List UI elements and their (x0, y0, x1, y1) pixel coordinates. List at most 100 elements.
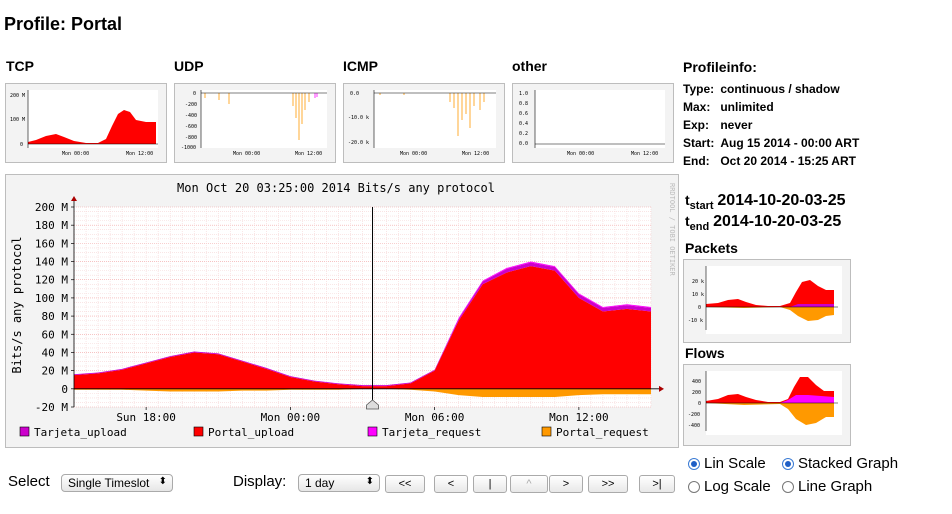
lin-scale-radio[interactable]: Lin Scale (688, 455, 766, 472)
flows-ylabel: 200 (692, 390, 701, 396)
udp-ylabel: -1000 (181, 145, 196, 151)
icmp-thumbnail[interactable]: 0.0 -10.0 k -20.0 k Mon 00:00 Mon 12:00 (343, 83, 505, 163)
tstart-line: tstart 2014-10-20-03-25 (685, 192, 846, 212)
icmp-thumb-graph: 0.0 -10.0 k -20.0 k Mon 00:00 Mon 12:00 (348, 90, 496, 157)
stacked-graph-radio[interactable]: Stacked Graph (782, 455, 898, 472)
tstart-value: 2014-10-20-03-25 (717, 192, 846, 209)
profileinfo-key: Start: (683, 136, 715, 150)
other-thumb-graph: 1.0 0.8 0.6 0.4 0.2 0.0 Mon 00:00 Mon 12… (519, 90, 665, 157)
profileinfo-value: Oct 20 2014 - 15:25 ART (720, 154, 856, 168)
x-tick-label: Sun 18:00 (116, 411, 176, 424)
flows-ylabel: -400 (688, 423, 700, 429)
stacked-graph-label: Stacked Graph (798, 455, 899, 472)
display-select[interactable]: 1 day ⬍ (298, 474, 380, 492)
packets-ylabel: 20 k (692, 279, 704, 285)
packets-ylabel: 10 k (692, 292, 704, 298)
profileinfo-row: Exp: never (683, 116, 865, 134)
page-title: Profile: Portal (4, 14, 123, 34)
y-tick-label: 120 M (35, 274, 68, 287)
nav-prev-button[interactable]: < (434, 475, 468, 493)
udp-thumb-graph: 0 -200 -400 -600 -800 -1000 Mon 00:00 Mo… (181, 90, 327, 157)
udp-thumbnail[interactable]: 0 -200 -400 -600 -800 -1000 Mon 00:00 Mo… (174, 83, 336, 163)
flows-thumbnail[interactable]: 400 200 0 -200 -400 (683, 364, 851, 446)
udp-ylabel: -400 (185, 113, 197, 119)
other-ylabel: 0.0 (519, 141, 528, 147)
udp-ylabel: -800 (185, 135, 197, 141)
main-chart-svg[interactable]: Mon Oct 20 03:25:00 2014 Bits/s any prot… (6, 175, 678, 447)
legend-label: Tarjeta_upload (34, 426, 127, 439)
icmp-xlabel: Mon 00:00 (400, 151, 427, 157)
x-tick-label: Mon 00:00 (261, 411, 321, 424)
nav-next-button[interactable]: > (549, 475, 583, 493)
flows-ylabel: -200 (688, 412, 700, 418)
y-tick-label: 180 M (35, 219, 68, 232)
packets-thumbnail[interactable]: 20 k 10 k 0 -10 k (683, 259, 851, 343)
tcp-thumbnail[interactable]: 200 M 100 M 0 Mon 00:00 Mon 12:00 (5, 83, 167, 163)
tcp-label: TCP (6, 58, 34, 74)
profileinfo-value: continuous / shadow (720, 82, 840, 96)
x-tick-label: Mon 12:00 (549, 411, 609, 424)
select-arrows-icon: ⬍ (158, 476, 167, 487)
profileinfo-heading: Profileinfo: (683, 59, 757, 75)
x-tick-label: Mon 06:00 (405, 411, 465, 424)
udp-ylabel: 0 (193, 91, 196, 97)
profileinfo-key: End: (683, 154, 710, 168)
other-ylabel: 0.4 (519, 121, 528, 127)
nav-first-button[interactable]: << (385, 475, 425, 493)
y-tick-label: -20 M (35, 401, 68, 414)
nav-forward-button[interactable]: >> (588, 475, 628, 493)
packets-label: Packets (685, 240, 738, 256)
profileinfo-row: End: Oct 20 2014 - 15:25 ART (683, 152, 865, 170)
radio-unchecked-icon[interactable] (782, 480, 794, 493)
main-chart-title: Mon Oct 20 03:25:00 2014 Bits/s any prot… (177, 181, 495, 195)
udp-ylabel: -200 (185, 102, 197, 108)
timeslot-select[interactable]: Single Timeslot ⬍ (61, 474, 173, 492)
packets-ylabel: -10 k (688, 318, 703, 324)
udp-xlabel: Mon 00:00 (233, 151, 260, 157)
udp-xlabel: Mon 12:00 (295, 151, 322, 157)
line-graph-radio[interactable]: Line Graph (782, 478, 872, 495)
flows-ylabel: 0 (698, 401, 701, 407)
radio-unchecked-icon[interactable] (688, 480, 700, 493)
icmp-label: ICMP (343, 58, 378, 74)
tcp-ylabel: 0 (20, 142, 23, 148)
flows-label: Flows (685, 345, 725, 361)
other-xlabel: Mon 12:00 (631, 151, 658, 157)
profileinfo-row: Start: Aug 15 2014 - 00:00 ART (683, 134, 865, 152)
flows-thumb-graph: 400 200 0 -200 -400 (688, 371, 842, 435)
icmp-ylabel: -20.0 k (348, 140, 369, 146)
profile-info: Profileinfo: Type: continuous / shadow Ma… (683, 58, 865, 170)
log-scale-label: Log Scale (704, 478, 771, 495)
nav-up-button[interactable]: ^ (510, 475, 548, 493)
y-tick-label: 200 M (35, 201, 68, 214)
other-ylabel: 1.0 (519, 91, 528, 97)
line-graph-label: Line Graph (798, 478, 873, 495)
timeslot-select-value: Single Timeslot (68, 476, 150, 490)
profileinfo-row: Max: unlimited (683, 98, 865, 116)
other-xlabel: Mon 00:00 (567, 151, 594, 157)
radio-checked-icon[interactable] (782, 457, 794, 470)
radio-checked-icon[interactable] (688, 457, 700, 470)
packets-ylabel: 0 (698, 305, 701, 311)
y-tick-label: 160 M (35, 237, 68, 250)
packets-thumb-graph: 20 k 10 k 0 -10 k (688, 266, 842, 334)
main-chart[interactable]: Mon Oct 20 03:25:00 2014 Bits/s any prot… (5, 174, 679, 448)
legend-label: Portal_request (556, 426, 649, 439)
profileinfo-table: Type: continuous / shadow Max: unlimited E… (683, 80, 865, 170)
log-scale-radio[interactable]: Log Scale (688, 478, 771, 495)
select-arrows-icon: ⬍ (365, 476, 374, 487)
other-ylabel: 0.2 (519, 131, 528, 137)
profileinfo-row: Type: continuous / shadow (683, 80, 865, 98)
y-tick-label: 60 M (42, 328, 69, 341)
legend-swatch (541, 426, 552, 437)
x-axis-arrow-icon (659, 385, 664, 392)
y-tick-label: 140 M (35, 256, 68, 269)
icmp-ylabel: 0.0 (350, 91, 359, 97)
tstart-sub: start (689, 199, 714, 212)
profileinfo-value: never (720, 118, 753, 132)
tend-sub: end (689, 220, 710, 233)
other-thumbnail[interactable]: 1.0 0.8 0.6 0.4 0.2 0.0 Mon 00:00 Mon 12… (512, 83, 674, 163)
y-tick-label: 100 M (35, 292, 68, 305)
nav-center-button[interactable]: | (473, 475, 507, 493)
nav-last-button[interactable]: >| (639, 475, 675, 493)
